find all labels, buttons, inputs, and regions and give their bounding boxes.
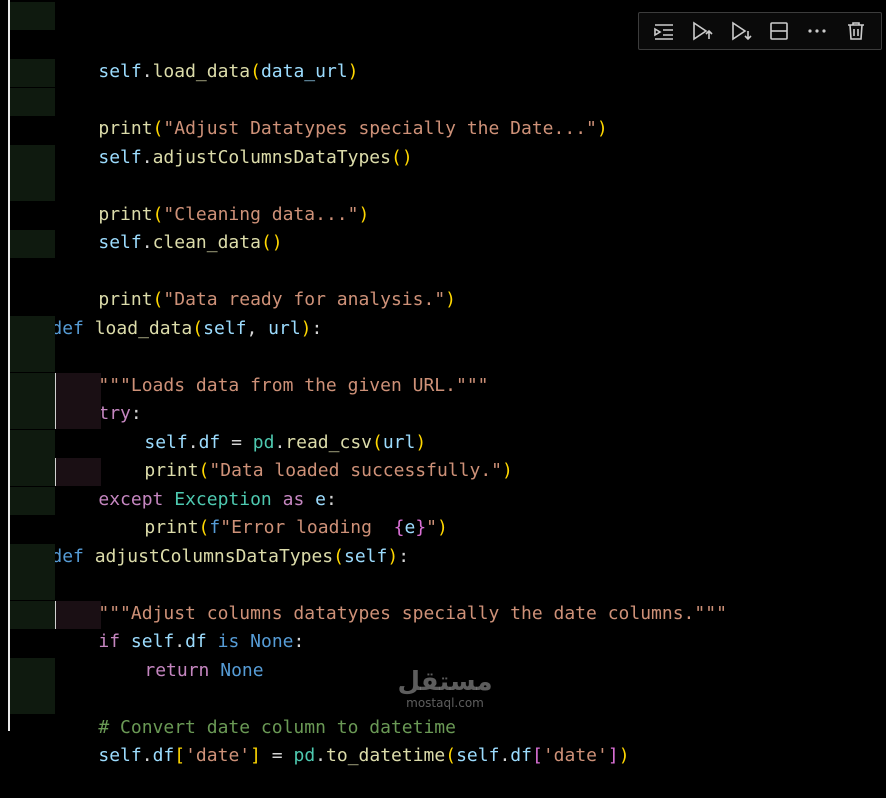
code-line: self.df = pd.read_csv(url): [0, 373, 426, 453]
run-below-button[interactable]: [727, 17, 755, 45]
run-below-icon: [732, 21, 752, 41]
code-line: print("Data loaded successfully."): [0, 401, 513, 481]
code-line: print("Adjust Datatypes specially the Da…: [0, 59, 608, 139]
delete-icon: [847, 22, 864, 40]
more-icon: [808, 29, 827, 33]
code-line: print("Cleaning data..."): [0, 145, 369, 225]
code-line: """Loads data from the given URL.""": [0, 316, 489, 396]
watermark-sub: mostaql.com: [406, 696, 484, 710]
code-line: def load_data(self, url):: [51, 318, 323, 339]
code-line: if self.df is None:: [0, 572, 304, 652]
code-line: self.df['date'] = pd.to_datetime(self.df…: [0, 686, 630, 766]
split-cell-icon: [770, 22, 788, 40]
code-line: self.adjustColumnsDataTypes(): [0, 88, 413, 168]
code-line-blank: [0, 487, 55, 515]
code-line: return None: [0, 601, 264, 681]
code-line: # Convert date column to datetime: [0, 658, 456, 738]
code-line: print(f"Error loading {e}"): [0, 458, 448, 538]
execute-above-button[interactable]: [650, 17, 678, 45]
run-above-icon: [693, 21, 714, 41]
watermark-main: مستقل: [397, 667, 493, 697]
code-line: try:: [0, 344, 142, 424]
execute-above-icon: [654, 24, 674, 40]
run-above-button[interactable]: [688, 17, 716, 45]
code-line: self.clean_data(): [0, 173, 283, 253]
code-line: print("Data ready for analysis."): [0, 230, 456, 310]
delete-cell-button[interactable]: [842, 17, 870, 45]
cell-toolbar: [638, 12, 882, 50]
split-cell-button[interactable]: [765, 17, 793, 45]
code-line: """Adjust columns datatypes specially th…: [0, 544, 727, 624]
code-line: except Exception as e:: [0, 430, 337, 510]
code-editor[interactable]: self.load_data(data_url) print("Adjust D…: [0, 0, 886, 766]
code-line: self.load_data(data_url): [0, 2, 359, 82]
watermark: مستقل mostaql.com: [390, 668, 500, 718]
code-line: def adjustColumnsDataTypes(self):: [51, 546, 410, 567]
more-actions-button[interactable]: [803, 17, 831, 45]
